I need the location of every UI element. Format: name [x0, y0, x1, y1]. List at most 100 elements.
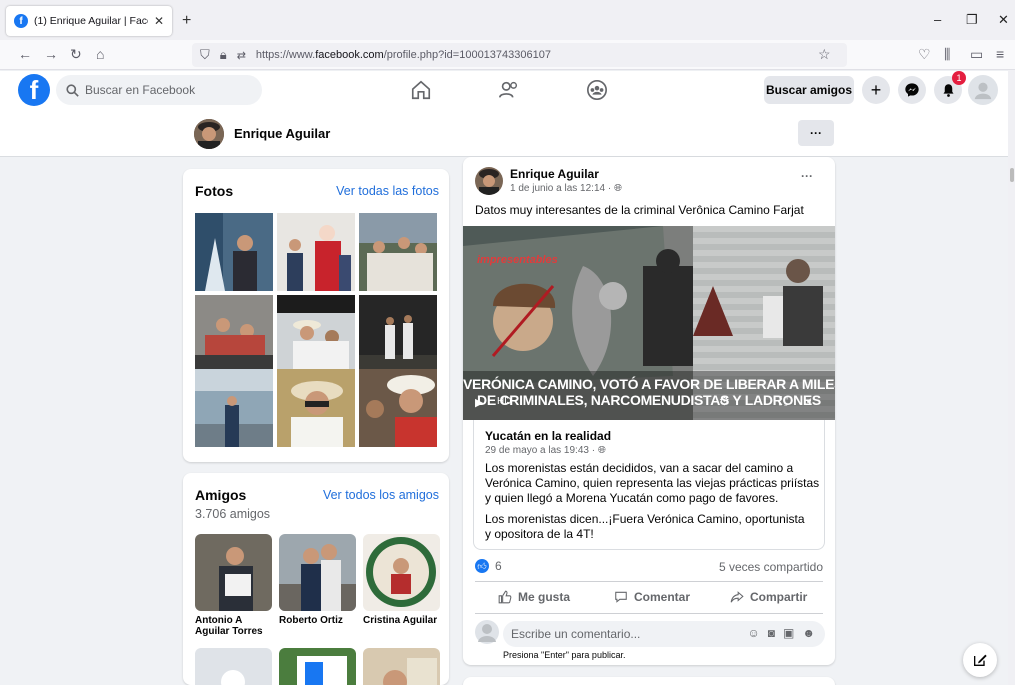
- friend-photo[interactable]: [363, 648, 440, 685]
- notification-badge: 1: [952, 71, 966, 85]
- photo-thumbnail[interactable]: [359, 295, 437, 373]
- photo-thumbnail[interactable]: [195, 295, 273, 373]
- library-icon[interactable]: ⫼: [944, 46, 950, 63]
- profile-more-button[interactable]: ···: [798, 120, 834, 146]
- facebook-logo-icon[interactable]: f: [18, 74, 50, 106]
- find-friends-button[interactable]: Buscar amigos: [764, 76, 854, 104]
- shield-icon[interactable]: ⛉: [200, 47, 210, 63]
- shared-post-paragraph: Los morenistas están decididos, van a sa…: [485, 461, 820, 505]
- photo-thumbnail[interactable]: [359, 213, 437, 291]
- permissions-icon[interactable]: ⇄: [237, 49, 246, 62]
- shared-timestamp[interactable]: 29 de mayo a las 19:43 · 🌐︎: [485, 445, 606, 456]
- photo-thumbnail[interactable]: [359, 369, 437, 447]
- account-avatar[interactable]: [968, 75, 998, 105]
- user-avatar-icon: [974, 82, 992, 100]
- sticker-icon[interactable]: ☻: [802, 626, 815, 640]
- sidebar-icon[interactable]: ▭: [970, 46, 983, 63]
- friend-name[interactable]: Antonio A Aguilar Torres: [195, 615, 275, 637]
- forward-icon[interactable]: →: [44, 46, 58, 62]
- page-scrollbar[interactable]: [1008, 70, 1015, 685]
- home-icon[interactable]: ⌂: [96, 46, 104, 62]
- browser-tab[interactable]: f (1) Enrique Aguilar | Facebook ✕: [6, 6, 172, 36]
- photo-thumbnail[interactable]: [277, 295, 355, 373]
- tab-title: (1) Enrique Aguilar | Facebook: [34, 15, 148, 27]
- comment-placeholder: Escribe un comentario...: [511, 627, 641, 641]
- post-author-name[interactable]: Enrique Aguilar: [510, 167, 599, 181]
- comment-hint: Presiona "Enter" para publicar.: [503, 650, 626, 660]
- comment-label: Comentar: [634, 590, 691, 604]
- menu-icon[interactable]: ≡: [996, 46, 1004, 62]
- share-button[interactable]: Compartir: [730, 590, 807, 604]
- see-all-friends-link[interactable]: Ver todos los amigos: [323, 488, 439, 502]
- hd-icon[interactable]: HD: [497, 396, 511, 407]
- restore-icon[interactable]: ❐: [966, 12, 978, 28]
- friends-count: 3.706 amigos: [195, 507, 271, 521]
- emoji-icon[interactable]: ☺: [748, 626, 760, 640]
- photo-thumbnail[interactable]: [277, 213, 355, 291]
- video-banner-text: impresentables: [477, 254, 558, 266]
- comment-icon: [615, 591, 627, 603]
- shared-post-card[interactable]: Yucatán en la realidad 29 de mayo a las …: [473, 420, 825, 550]
- public-globe-icon: 🌐︎: [613, 183, 622, 194]
- minimize-icon[interactable]: –: [934, 12, 941, 27]
- home-nav-icon[interactable]: [410, 79, 432, 101]
- pocket-icon[interactable]: ♡: [918, 46, 931, 63]
- close-tab-icon[interactable]: ✕: [154, 14, 164, 28]
- friend-photo[interactable]: [195, 648, 272, 685]
- comment-input[interactable]: Escribe un comentario... ☺ ◙ ▣ ☻: [503, 621, 825, 647]
- bookmark-star-icon[interactable]: ☆: [818, 46, 831, 63]
- compose-icon: [974, 654, 987, 666]
- photo-thumbnail[interactable]: [195, 213, 273, 291]
- gif-icon[interactable]: ▣: [783, 626, 794, 640]
- messenger-icon: [905, 83, 919, 97]
- window-close-icon[interactable]: ✕: [998, 12, 1009, 28]
- camera-icon[interactable]: ◙: [768, 626, 775, 640]
- friend-photo[interactable]: [195, 534, 272, 611]
- comment-button[interactable]: Comentar: [614, 590, 690, 604]
- friend-photo[interactable]: [363, 534, 440, 611]
- back-icon[interactable]: ←: [18, 46, 32, 62]
- share-arrow-icon: [730, 591, 744, 603]
- search-placeholder: Buscar en Facebook: [85, 83, 196, 97]
- url-text: https://www.facebook.com/profile.php?id=…: [255, 49, 551, 61]
- volume-icon[interactable]: 🔈︎: [807, 394, 814, 409]
- photo-thumbnail[interactable]: [277, 369, 355, 447]
- groups-nav-icon[interactable]: [586, 79, 608, 101]
- friend-photo[interactable]: [279, 534, 356, 611]
- facebook-search-input[interactable]: Buscar en Facebook: [56, 75, 262, 105]
- new-message-button[interactable]: [963, 643, 997, 677]
- post-author-avatar[interactable]: [475, 167, 503, 195]
- scrollbar-thumb[interactable]: [1010, 168, 1014, 182]
- commenter-avatar[interactable]: [475, 620, 499, 644]
- create-button[interactable]: +: [862, 76, 890, 104]
- facebook-header: f Buscar en Facebook Buscar amigos + 1: [0, 71, 1015, 111]
- like-button[interactable]: Me gusta: [498, 590, 570, 604]
- fullscreen-icon[interactable]: ⛶: [779, 394, 787, 409]
- public-globe-icon: 🌐︎: [597, 445, 606, 456]
- url-bar[interactable]: ⛉ 🔒︎ ⇄ https://www.facebook.com/profile.…: [192, 43, 847, 67]
- post-options-icon[interactable]: ···: [801, 169, 813, 183]
- settings-gear-icon[interactable]: ⚙: [719, 394, 730, 408]
- like-reaction-icon: 👍︎: [475, 559, 489, 573]
- photo-thumbnail[interactable]: [195, 369, 273, 447]
- post-timestamp[interactable]: 1 de junio a las 12:14 · 🌐︎: [510, 183, 622, 194]
- new-tab-icon[interactable]: +: [182, 12, 191, 30]
- reactions-summary[interactable]: 👍︎ 6: [475, 559, 502, 573]
- profile-avatar[interactable]: [194, 119, 224, 149]
- reload-icon[interactable]: ↻: [70, 46, 82, 63]
- see-all-photos-link[interactable]: Ver todas las fotos: [336, 184, 439, 198]
- lock-icon[interactable]: 🔒︎: [220, 47, 227, 63]
- profile-name[interactable]: Enrique Aguilar: [234, 126, 330, 141]
- friends-nav-icon[interactable]: [498, 79, 520, 101]
- share-count[interactable]: 5 veces compartido: [719, 560, 823, 574]
- bell-icon: [943, 83, 953, 97]
- post-video[interactable]: impresentables VERÓNICA CAMINO, VOTÓ A F…: [463, 226, 835, 420]
- friend-name[interactable]: Cristina Aguilar: [363, 615, 443, 626]
- friend-name[interactable]: Roberto Ortiz: [279, 615, 359, 626]
- play-icon[interactable]: ▶: [475, 396, 483, 409]
- shared-post-paragraph: Los morenistas dicen...¡Fuera Verónica C…: [485, 512, 805, 541]
- post-text: Datos muy interesantes de la criminal Ve…: [475, 203, 804, 217]
- shared-author-name[interactable]: Yucatán en la realidad: [485, 429, 611, 443]
- friend-photo[interactable]: [279, 648, 356, 685]
- messenger-button[interactable]: [898, 76, 926, 104]
